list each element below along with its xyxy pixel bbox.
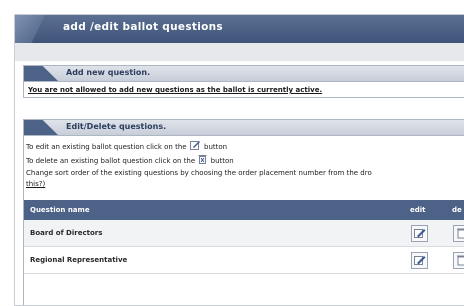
page-title: add /edit ballot questions [63, 21, 223, 33]
delete-instruction-text: To delete an existing ballot question cl… [26, 157, 196, 165]
delete-trash-icon [198, 154, 207, 168]
add-question-panel: Add new question. You are not allowed to… [23, 65, 464, 98]
edit-instruction-text: To edit an existing ballot question clic… [26, 143, 187, 151]
title-divider-strip [15, 43, 464, 61]
edit-question-button[interactable] [411, 252, 428, 269]
add-question-header: Add new question. [24, 66, 464, 82]
edit-delete-panel: Edit/Delete questions. To edit an existi… [23, 119, 464, 305]
add-question-title: Add new question. [66, 68, 151, 77]
panel-header-decoration [24, 66, 58, 81]
edit-pencil-icon [414, 256, 426, 265]
table-header: Question name edit de [24, 200, 464, 220]
title-bar: add /edit ballot questions [15, 15, 464, 43]
delete-trash-icon [457, 255, 464, 266]
ballot-active-warning: You are not allowed to add new questions… [28, 86, 323, 94]
table-row: Board of Directors [24, 220, 464, 247]
delete-instruction-suffix: button [210, 157, 234, 165]
table-row: Regional Representative [24, 247, 464, 274]
delete-question-button[interactable] [453, 252, 464, 269]
edit-question-button[interactable] [411, 225, 428, 242]
content-frame: add /edit ballot questions Add new quest… [14, 14, 464, 306]
edit-delete-title: Edit/Delete questions. [66, 122, 167, 131]
sort-help-link[interactable]: this?) [26, 180, 45, 188]
edit-delete-header: Edit/Delete questions. [24, 120, 464, 136]
column-header-delete: de [452, 206, 462, 214]
questions-table: Question name edit de Board of Directors [24, 200, 464, 274]
column-header-question-name: Question name [30, 206, 90, 214]
title-decoration [15, 15, 45, 43]
edit-pencil-icon [189, 140, 201, 154]
edit-pencil-icon [414, 229, 426, 238]
panel-header-decoration [24, 120, 58, 135]
delete-instruction: To delete an existing ballot question cl… [24, 154, 464, 168]
sort-instruction: Change sort order of the existing questi… [26, 169, 372, 177]
edit-instruction-suffix: button [204, 143, 228, 151]
question-name: Regional Representative [30, 256, 128, 264]
sort-instruction-continuation: this?) [24, 179, 464, 190]
edit-instruction: To edit an existing ballot question clic… [24, 140, 464, 154]
column-header-edit: edit [410, 206, 426, 214]
delete-question-button[interactable] [453, 225, 464, 242]
question-name: Board of Directors [30, 229, 103, 237]
delete-trash-icon [457, 228, 464, 239]
